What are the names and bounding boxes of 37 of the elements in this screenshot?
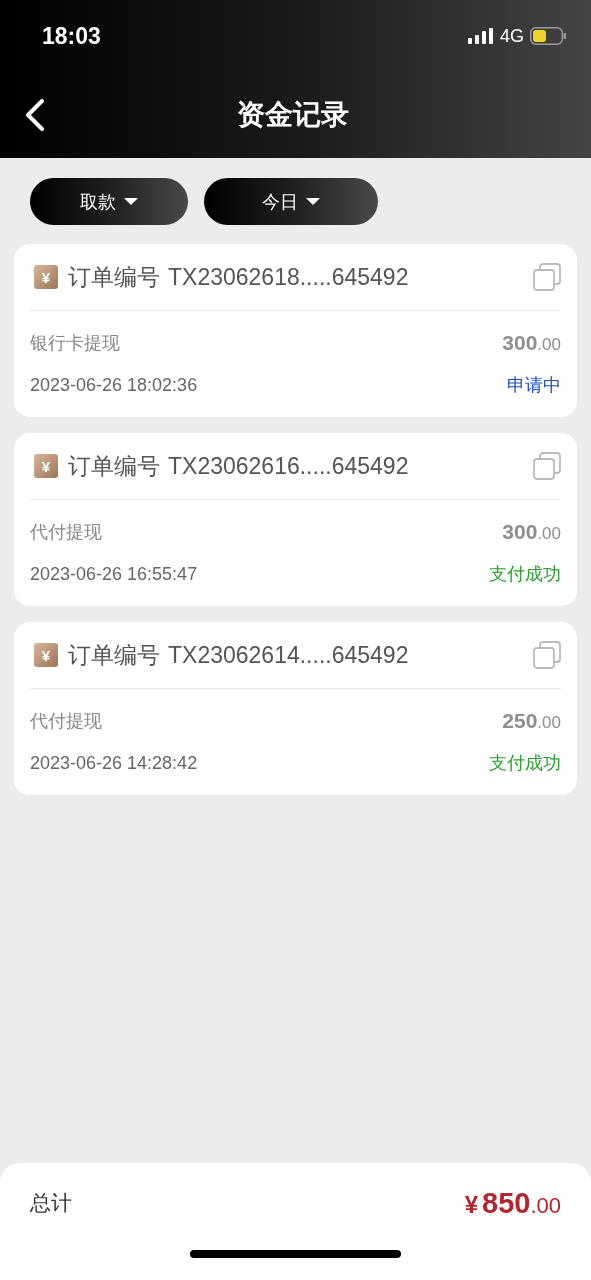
amount: 250.00 bbox=[502, 709, 561, 733]
order-label: 订单编号 bbox=[68, 451, 160, 481]
copy-icon[interactable] bbox=[533, 452, 561, 480]
withdrawal-type: 银行卡提现 bbox=[30, 332, 120, 355]
order-number: TX23062616.....645492 bbox=[168, 452, 409, 480]
status-label: 支付成功 bbox=[489, 563, 561, 586]
copy-icon[interactable] bbox=[533, 641, 561, 669]
home-indicator[interactable] bbox=[190, 1250, 401, 1258]
caret-icon bbox=[306, 197, 320, 206]
signal-icon bbox=[468, 28, 494, 44]
record-time: 2023-06-26 14:28:42 bbox=[30, 752, 198, 774]
status-time: 18:03 bbox=[42, 22, 101, 50]
caret-icon bbox=[124, 197, 138, 206]
amount: 300.00 bbox=[502, 520, 561, 544]
network-label: 4G bbox=[500, 25, 524, 47]
record-time: 2023-06-26 18:02:36 bbox=[30, 374, 198, 396]
order-label: 订单编号 bbox=[68, 262, 160, 292]
order-label: 订单编号 bbox=[68, 640, 160, 670]
total-label: 总计 bbox=[30, 1190, 72, 1216]
order-number: TX23062614.....645492 bbox=[168, 641, 409, 669]
order-number: TX23062618.....645492 bbox=[168, 263, 409, 291]
total-amount: ¥850.00 bbox=[464, 1186, 561, 1220]
yuan-icon: ¥ bbox=[34, 265, 58, 289]
battery-icon bbox=[530, 27, 567, 45]
yuan-icon: ¥ bbox=[34, 454, 58, 478]
amount: 300.00 bbox=[502, 331, 561, 355]
copy-icon[interactable] bbox=[533, 263, 561, 291]
status-label: 支付成功 bbox=[489, 752, 561, 775]
withdrawal-type: 代付提现 bbox=[30, 521, 102, 544]
yuan-icon: ¥ bbox=[34, 643, 58, 667]
filter-dropdown[interactable]: 取款 bbox=[30, 178, 188, 225]
back-icon[interactable] bbox=[24, 98, 46, 132]
record-time: 2023-06-26 16:55:47 bbox=[30, 563, 198, 585]
page-title: 资金记录 bbox=[237, 98, 349, 132]
status-label: 申请中 bbox=[507, 374, 561, 397]
withdrawal-type: 代付提现 bbox=[30, 710, 102, 733]
filter-dropdown[interactable]: 今日 bbox=[204, 178, 378, 225]
